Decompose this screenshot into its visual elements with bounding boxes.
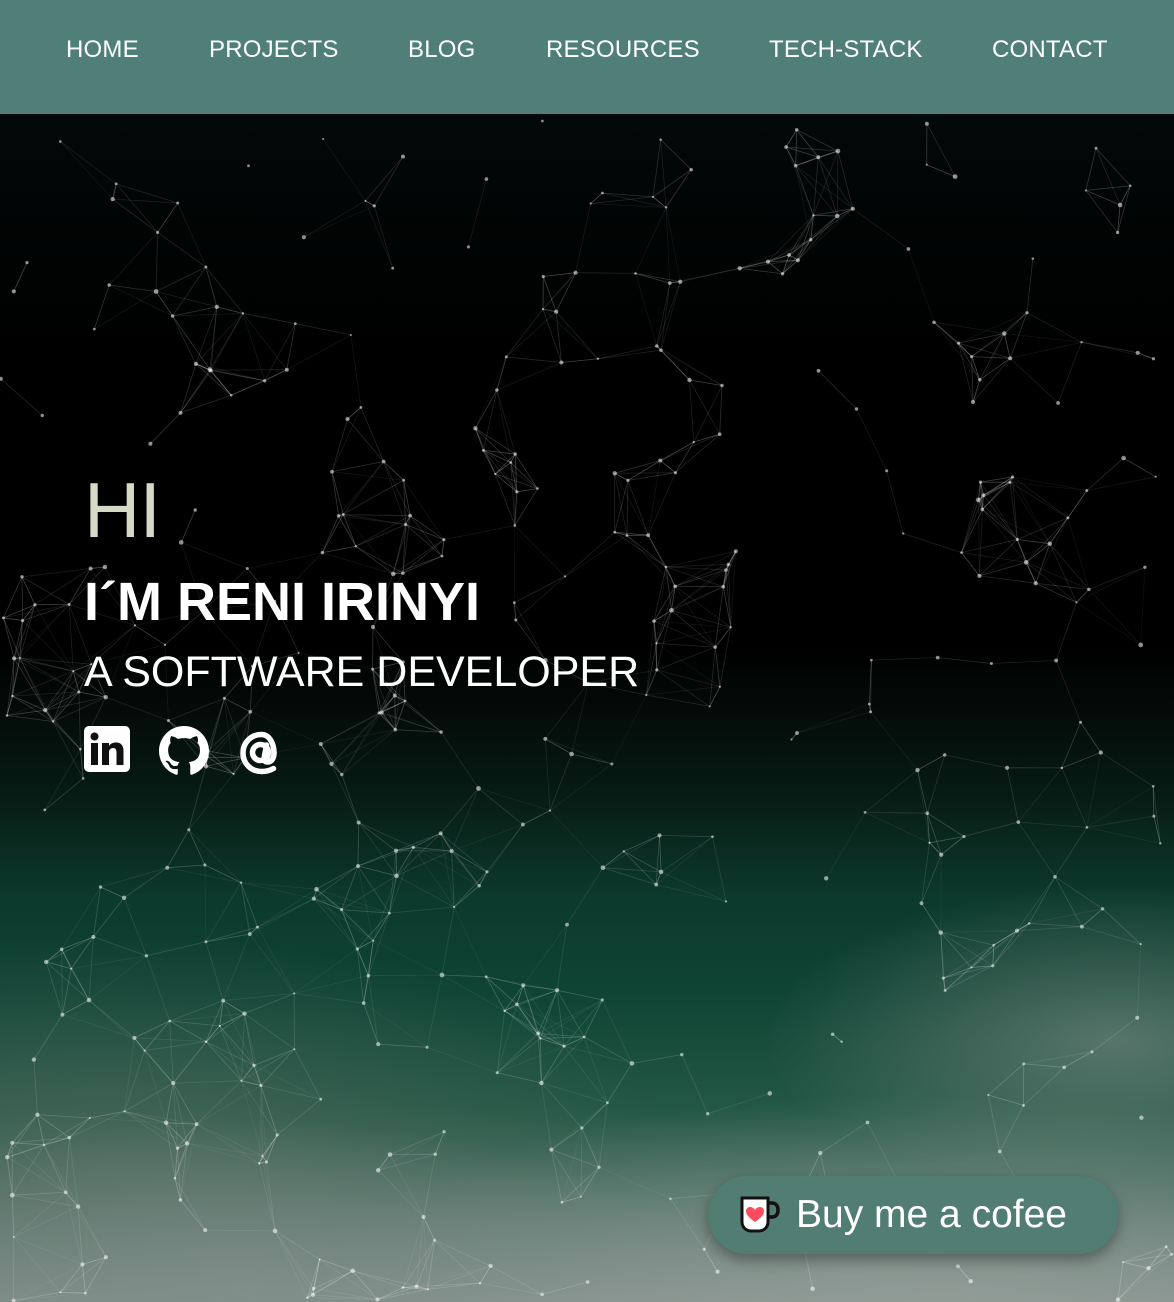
buy-me-a-coffee-button[interactable]: Buy me a cofee — [708, 1176, 1118, 1254]
nav-item-projects[interactable]: PROJECTS — [209, 35, 339, 65]
nav-item-contact[interactable]: CONTACT — [992, 35, 1108, 65]
coffee-cup-heart-icon — [738, 1192, 782, 1241]
page: HOME PROJECTS BLOG RESOURCES TECH-STACK … — [0, 0, 1174, 1302]
particle-network-background — [0, 119, 1173, 1302]
buy-me-a-coffee-label: Buy me a cofee — [796, 1193, 1067, 1236]
nav-item-blog[interactable]: BLOG — [408, 35, 476, 65]
hero-section: HI I´M RENI IRINYI A SOFTWARE DEVELOPER — [0, 114, 1174, 1302]
nav-item-tech-stack[interactable]: TECH-STACK — [769, 35, 923, 65]
hero-role: A SOFTWARE DEVELOPER — [84, 648, 640, 696]
github-icon[interactable] — [159, 726, 209, 781]
hero-greeting: HI — [84, 466, 161, 554]
nav-item-home[interactable]: HOME — [66, 35, 139, 65]
nav-item-resources[interactable]: RESOURCES — [546, 35, 700, 65]
linkedin-icon[interactable] — [84, 726, 130, 777]
hero-name: I´M RENI IRINYI — [84, 572, 481, 632]
navbar: HOME PROJECTS BLOG RESOURCES TECH-STACK … — [0, 0, 1174, 114]
at-sign-icon[interactable] — [236, 726, 290, 785]
